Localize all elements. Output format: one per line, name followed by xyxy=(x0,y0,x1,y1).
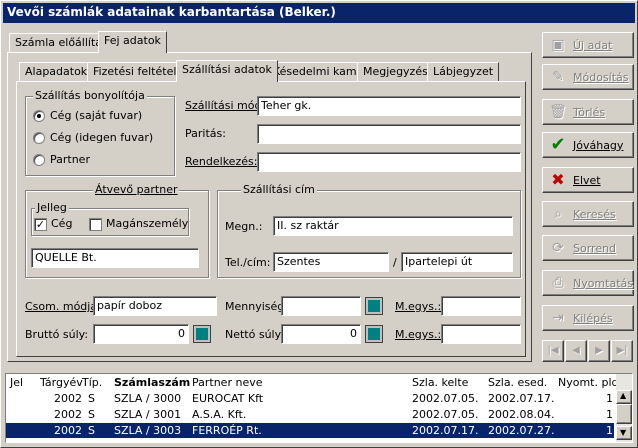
col-header-number[interactable]: Számlaszám xyxy=(114,376,190,389)
outer-tab-panel: Alapadatok Fizetési feltételek Szállítás… xyxy=(7,52,532,362)
cross-icon: ✖ xyxy=(551,170,565,189)
jelleg-title: Jelleg xyxy=(35,201,69,214)
scroll-down-icon: ▼ xyxy=(620,428,627,437)
quantity-calculator-icon[interactable] xyxy=(366,298,382,314)
tab-szallitasi-adatok[interactable]: Szállítási adatok xyxy=(176,60,278,82)
unit2-label: M.egys.: xyxy=(395,328,442,341)
approve-button[interactable]: ✔ Jóváhagy xyxy=(542,132,634,158)
packaging-label: Csom. módja: xyxy=(25,300,101,313)
window-title: Vevői számlák adatainak karbantartása (B… xyxy=(3,3,635,23)
address-street-field[interactable]: Ipartelepi út xyxy=(401,252,513,272)
edit-icon: ✎ xyxy=(552,69,564,85)
unit1-label: M.egys.: xyxy=(395,300,442,313)
radio-own-transport-label: Cég (saját fuvar) xyxy=(50,109,143,122)
sort-button[interactable]: ⟳ Sorrend xyxy=(542,235,634,261)
search-icon: ⌕ xyxy=(554,206,562,222)
print-button[interactable]: ⎙ Nyomtatás xyxy=(542,270,634,296)
table-row-selected[interactable]: 2002 S SZLA / 3003 FERROÉP Rt. 2002.07.1… xyxy=(6,423,614,438)
shipping-address-title: Szállítási cím xyxy=(241,183,317,196)
address-name-field[interactable]: II. sz raktár xyxy=(273,216,513,236)
col-header-jel[interactable]: Jel xyxy=(10,376,23,389)
new-button[interactable]: ▣ Új adat xyxy=(542,32,634,58)
radio-partner[interactable] xyxy=(33,154,45,166)
radio-own-transport[interactable] xyxy=(33,110,45,122)
receiver-name-field[interactable]: QUELLE Bt. xyxy=(31,248,199,268)
last-record-button[interactable]: ▶| xyxy=(611,340,633,362)
col-header-type[interactable]: Típ. xyxy=(82,376,102,389)
receiver-partner-title: Átvevő partner xyxy=(93,183,180,196)
table-row[interactable]: 2002 S SZLA / 3001 A.S.A. Kft. 2002.07.0… xyxy=(6,407,614,422)
net-weight-label: Nettó súly: xyxy=(225,328,285,341)
search-button[interactable]: ⌕ Keresés xyxy=(542,201,634,227)
col-header-copies[interactable]: Nyomt. pld. xyxy=(558,376,622,389)
gross-weight-calculator-icon[interactable] xyxy=(194,326,210,342)
shipping-mode-label: Szállítási mód: xyxy=(185,99,266,112)
unit2-field[interactable] xyxy=(441,324,521,344)
sort-icon: ⟳ xyxy=(552,240,564,256)
gross-weight-label: Bruttó súly: xyxy=(25,328,89,341)
trash-icon: 🗑 xyxy=(549,104,567,120)
tab-fej-adatok[interactable]: Fej adatok xyxy=(98,31,167,53)
net-weight-field[interactable]: 0 xyxy=(281,324,361,344)
quantity-label: Mennyiség: xyxy=(225,300,288,313)
address-name-label: Megn.: xyxy=(225,220,263,233)
quantity-field[interactable] xyxy=(281,296,361,316)
gross-weight-field[interactable]: 0 xyxy=(93,324,189,344)
checkmark-icon: ✔ xyxy=(550,134,566,155)
delete-button[interactable]: 🗑 Törlés xyxy=(542,99,634,125)
address-city-field[interactable]: Szentes xyxy=(273,252,389,272)
exit-button[interactable]: ⇥ Kilépés xyxy=(542,305,634,331)
first-record-button[interactable]: |◀ xyxy=(542,340,564,362)
address-city-label: Tel./cím: xyxy=(225,256,271,269)
inner-tab-panel: Szállítás bonyolítója Cég (saját fuvar) … xyxy=(16,81,526,357)
radio-external-transport[interactable] xyxy=(33,132,45,144)
parity-field[interactable] xyxy=(257,124,521,144)
new-icon: ▣ xyxy=(551,37,565,53)
tab-megjegyzes[interactable]: Megjegyzés xyxy=(357,62,434,82)
col-header-due[interactable]: Szla. esed. xyxy=(488,376,547,389)
radio-external-transport-label: Cég (idegen fuvar) xyxy=(50,131,154,144)
address-separator: / xyxy=(393,256,397,269)
private-person-checkbox[interactable] xyxy=(89,218,102,231)
col-header-partner[interactable]: Partner neve xyxy=(192,376,263,389)
edit-button[interactable]: ✎ Módosítás xyxy=(542,64,634,90)
ceg-checkbox[interactable]: ✓ xyxy=(34,218,47,231)
shipping-mode-field[interactable]: Teher gk. xyxy=(257,96,521,116)
prev-record-button[interactable]: ◀ xyxy=(565,340,587,362)
exit-icon: ⇥ xyxy=(552,310,564,326)
discard-button[interactable]: ✖ Elvet xyxy=(542,167,634,193)
printer-icon: ⎙ xyxy=(552,275,564,291)
tab-alapadatok[interactable]: Alapadatok xyxy=(19,62,94,82)
packaging-field[interactable]: papír doboz xyxy=(93,296,217,316)
next-record-button[interactable]: ▶ xyxy=(588,340,610,362)
destination-label: Rendelkezés: xyxy=(185,155,258,168)
invoice-grid: Jel Tárgyév Típ. Számlaszám Partner neve… xyxy=(5,373,633,443)
table-row[interactable]: 2002 S SZLA / 3000 EUROCAT Kft 2002.07.0… xyxy=(6,391,614,406)
first-icon: |◀ xyxy=(547,345,559,356)
destination-field[interactable] xyxy=(257,152,521,172)
next-icon: ▶ xyxy=(595,345,603,356)
parity-label: Paritás: xyxy=(185,127,226,140)
scroll-down-button[interactable]: ▼ xyxy=(616,426,632,440)
grid-scrollbar[interactable]: ▲ ▼ xyxy=(616,374,632,442)
unit1-field[interactable] xyxy=(441,296,521,316)
tab-labjegyzet[interactable]: Lábjegyzet xyxy=(427,62,500,82)
last-icon: ▶| xyxy=(616,345,628,356)
main-window: Vevői számlák adatainak karbantartása (B… xyxy=(0,0,638,448)
radio-partner-label: Partner xyxy=(50,153,90,166)
shipping-organizer-title: Szállítás bonyolítója xyxy=(33,89,147,102)
scroll-up-button[interactable]: ▲ xyxy=(616,390,632,404)
private-person-label: Magánszemély xyxy=(106,217,189,230)
ceg-label: Cég xyxy=(51,217,73,230)
scroll-thumb[interactable] xyxy=(616,404,632,424)
scroll-up-icon: ▲ xyxy=(620,391,627,400)
col-header-date[interactable]: Szla. kelte xyxy=(412,376,468,389)
col-header-year[interactable]: Tárgyév xyxy=(40,376,83,389)
net-weight-calculator-icon[interactable] xyxy=(366,326,382,342)
prev-icon: ◀ xyxy=(572,345,580,356)
